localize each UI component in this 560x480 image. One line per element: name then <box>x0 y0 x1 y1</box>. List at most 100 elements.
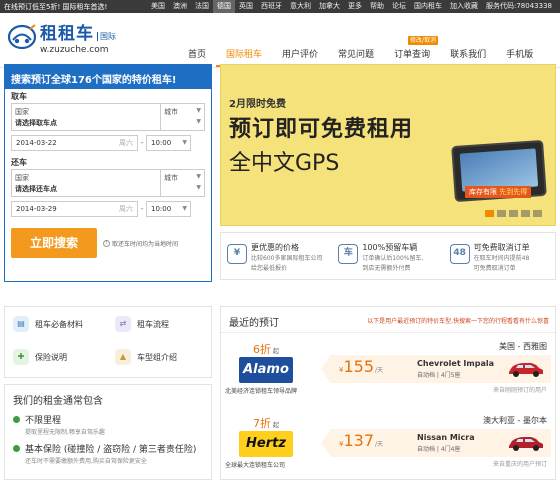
pickup-label: 取车 <box>11 92 27 101</box>
chevron-down-icon: ▼ <box>182 139 187 146</box>
stock-highlight: 先到先得 <box>499 188 528 196</box>
top-link[interactable]: 英国 <box>235 0 257 13</box>
dropoff-section: 还车 国家 请选择还车点 城市 ▼ ▼ 2014-03-29 周六 - 10:0… <box>5 155 211 218</box>
slide-dot[interactable] <box>533 210 542 217</box>
search-note: ! 取还车时间均为当地时间 <box>103 239 178 248</box>
top-link[interactable]: 美国 <box>147 0 169 13</box>
price-unit: /天 <box>375 441 384 448</box>
top-link[interactable]: 论坛 <box>388 0 410 13</box>
price-box: ¥137/天 Nissan Micra 自动档 | 4门4座 <box>321 429 551 457</box>
discount-label: 6折起 <box>253 343 280 356</box>
brand-logo[interactable]: Alamo <box>239 357 293 383</box>
price-value: 155 <box>343 357 375 376</box>
top-link[interactable]: 加拿大 <box>315 0 344 13</box>
route-label: 澳大利亚 - 墨尔本 <box>483 416 547 425</box>
top-link[interactable]: 帮助 <box>366 0 388 13</box>
includes-item: 不限里程 提取里程无限制,畅享自驾乐趣 <box>13 413 203 436</box>
includes-item-title: 基本保险 (碰撞险 / 盗窃险 / 第三者责任险) <box>25 445 197 455</box>
top-bar: 在线预订低至5折! 国际租车首选! 美国 澳洲 法国 德国 英国 西班牙 意大利 加拿大 更多帮… <box>0 0 560 13</box>
feature-desc: 在取车时间内提前48 <box>473 255 530 262</box>
pickup-country-label[interactable]: 国家 <box>15 107 29 117</box>
includes-item-desc: 提取里程无限制,畅享自驾乐趣 <box>25 429 105 436</box>
top-link[interactable]: 国内租车 <box>410 0 446 13</box>
car-model: Nissan Micra <box>417 433 475 442</box>
chevron-down-icon: ▼ <box>196 107 201 114</box>
top-link[interactable]: 法国 <box>191 0 213 13</box>
search-button[interactable]: 立即搜索 <box>11 228 97 258</box>
top-link[interactable]: 西班牙 <box>257 0 286 13</box>
yen-icon: ¥ <box>227 244 247 264</box>
brand-logo[interactable]: Hertz <box>239 431 293 457</box>
promo-banner[interactable]: 2月限时免费 预订即可免费租用 全中文GPS 库存有限 先到先得 <box>220 64 556 226</box>
feature-desc: 比较600多家国际租车公司 <box>251 255 323 262</box>
pickup-location-input[interactable]: 请选择取车点 <box>15 118 57 128</box>
help-link-label: 车型组介绍 <box>137 352 177 362</box>
pickup-section: 取车 国家 请选择取车点 城市 ▼ ▼ 2014-03-22 周六 - 10:0… <box>5 89 211 152</box>
discount-label: 7折起 <box>253 417 280 430</box>
slide-dot[interactable] <box>497 210 506 217</box>
brand-desc: 全球最大连锁租车公司 <box>225 462 286 469</box>
logo-badge: 国际 <box>97 32 116 41</box>
dropoff-location-selector[interactable]: 国家 请选择还车点 城市 ▼ ▼ <box>11 169 205 197</box>
flow-icon: ⇄ <box>115 316 131 332</box>
price: ¥137/天 <box>339 431 383 450</box>
pickup-date-input[interactable]: 2014-03-22 周六 <box>11 135 138 151</box>
help-link[interactable]: ▤ 租车必备材料 <box>13 316 83 332</box>
slide-dot[interactable] <box>521 210 530 217</box>
chevron-down-icon: ▼ <box>196 118 201 125</box>
logo-icon <box>7 23 37 51</box>
top-link[interactable]: 服务代码:78043338 <box>482 0 556 13</box>
discount-suffix: 起 <box>273 348 280 355</box>
dropoff-city-label[interactable]: 城市 <box>164 173 178 183</box>
booking-header: 搜索预订全球176个国家的特价租车! <box>5 65 211 89</box>
help-link[interactable]: ✚ 保险说明 <box>13 349 67 365</box>
slide-dot[interactable] <box>485 210 494 217</box>
dropoff-weekday: 周六 <box>119 205 133 213</box>
dropoff-country-label[interactable]: 国家 <box>15 173 29 183</box>
dropoff-date-input[interactable]: 2014-03-29 周六 <box>11 201 138 217</box>
booking-source: 来自重庆的用户预订 <box>492 461 547 468</box>
pickup-location-selector[interactable]: 国家 请选择取车点 城市 ▼ ▼ <box>11 103 205 131</box>
promo-prefix: 在线预订低至5折! <box>4 2 61 11</box>
top-link[interactable]: 更多 <box>344 0 366 13</box>
includes-title: 我们的租金通常包含 <box>13 396 103 407</box>
includes-item-title: 不限里程 <box>25 416 62 426</box>
slide-indicators <box>485 210 542 217</box>
top-links: 美国 澳洲 法国 德国 英国 西班牙 意大利 加拿大 更多 帮助 论坛 国内租车 加入收藏 服务代码:78… <box>147 0 556 13</box>
pickup-city-label[interactable]: 城市 <box>164 107 178 117</box>
pickup-date-value: 2014-03-22 <box>16 139 57 147</box>
feature-desc: 订单确认后100%留车, <box>362 255 424 262</box>
info-icon: ! <box>103 239 110 247</box>
car-image <box>507 433 545 453</box>
top-link[interactable]: 澳洲 <box>169 0 191 13</box>
help-link[interactable]: ⇄ 租车流程 <box>115 316 169 332</box>
promo-text: 在线预订低至5折! 国际租车首选! <box>4 2 147 12</box>
booking-row[interactable]: 6折起 Alamo 北美经济连锁租车领导品牌 美国 - 西雅图 ¥155/天 Chevro… <box>221 335 555 401</box>
dropoff-location-input[interactable]: 请选择还车点 <box>15 184 57 194</box>
car-image <box>507 359 545 379</box>
feature-item: 车 100%预留车辆 订单确认后100%留车, 到店无需额外付费 <box>332 233 443 279</box>
chevron-down-icon: ▼ <box>196 173 201 180</box>
insurance-icon: ✚ <box>13 349 29 365</box>
booking-source: 来自刚刚预订的用户 <box>492 387 547 394</box>
includes-item-desc: 还车时不需要缴额外费用,购买自驾保险更安全 <box>25 458 147 465</box>
top-link[interactable]: 意大利 <box>286 0 315 13</box>
banner-line1: 2月限时免费 <box>229 99 286 110</box>
booking-row[interactable]: 7折起 Hertz 全球最大连锁租车公司 澳大利亚 - 墨尔本 ¥137/天 Nissan… <box>221 409 555 475</box>
feature-title: 可免费取消订单 <box>473 243 530 252</box>
site-header: 租租车 国际 w.zuzuche.com 首页 国际租车 用户评价 常见问题 订单查询 修改… <box>0 13 560 68</box>
price-unit: /天 <box>375 367 384 374</box>
dropoff-time-select[interactable]: 10:00 ▼ <box>146 201 191 217</box>
logo[interactable]: 租租车 国际 w.zuzuche.com <box>7 19 116 55</box>
top-link[interactable]: 加入收藏 <box>446 0 482 13</box>
top-link[interactable]: 德国 <box>213 0 235 13</box>
pickup-time-value: 10:00 <box>151 139 172 147</box>
feature-title: 更优惠的价格 <box>251 243 299 252</box>
order-badge: 修改/取消 <box>408 36 439 45</box>
slide-dot[interactable] <box>509 210 518 217</box>
dropoff-label: 还车 <box>11 158 27 167</box>
pickup-time-select[interactable]: 10:00 ▼ <box>146 135 191 151</box>
brand-desc: 北美经济连锁租车领导品牌 <box>225 388 298 395</box>
help-link[interactable]: ▲ 车型组介绍 <box>115 349 177 365</box>
stock-badge: 库存有限 先到先得 <box>465 186 532 198</box>
